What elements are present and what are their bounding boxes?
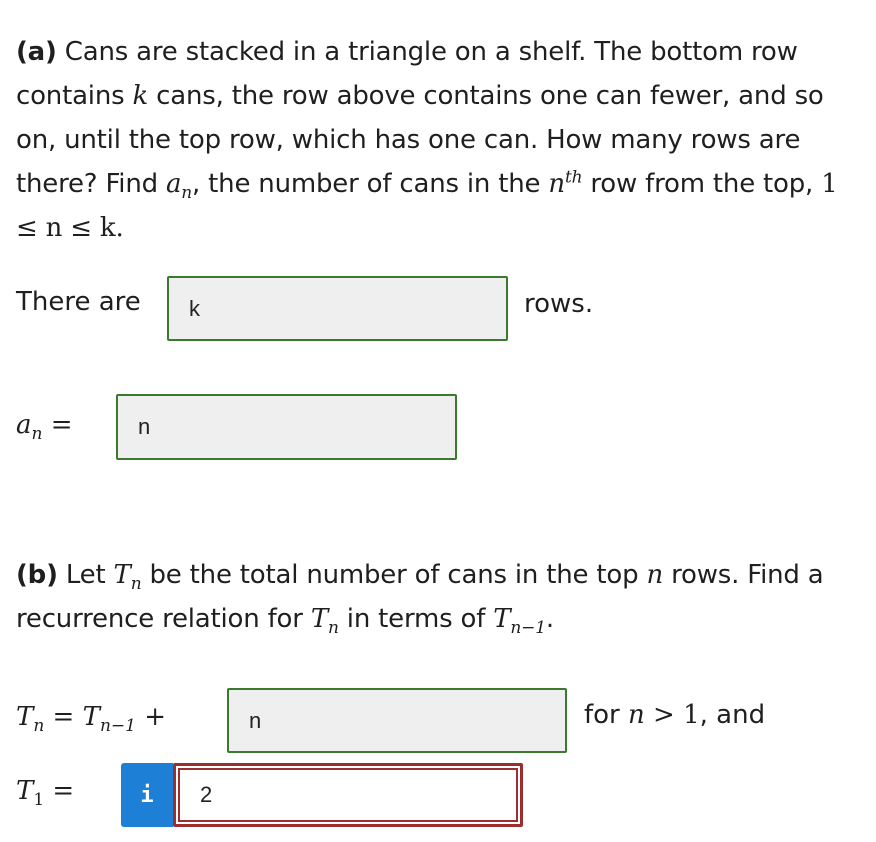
part-a-label: (a) (16, 37, 57, 67)
info-icon[interactable]: i (121, 763, 173, 827)
rows-suffix: rows. (524, 289, 594, 319)
an-answer-input[interactable]: n (116, 394, 457, 460)
an-label: an = (16, 410, 73, 445)
recurrence-condition: for n > 1, and (584, 700, 766, 730)
rows-prefix: There are (16, 287, 141, 317)
t1-answer-input[interactable]: 2 (173, 763, 523, 827)
recurrence-label: Tn = Tn−1 + (16, 702, 167, 737)
part-a-question: (a) Cans are stacked in a triangle on a … (16, 37, 838, 243)
rows-answer-input[interactable]: k (167, 276, 508, 341)
recurrence-answer-input[interactable]: n (227, 688, 567, 753)
part-b-label: (b) (16, 560, 58, 590)
part-b-question: (b) Let Tn be the total number of cans i… (16, 560, 824, 639)
t1-label: T1 = (16, 776, 75, 811)
